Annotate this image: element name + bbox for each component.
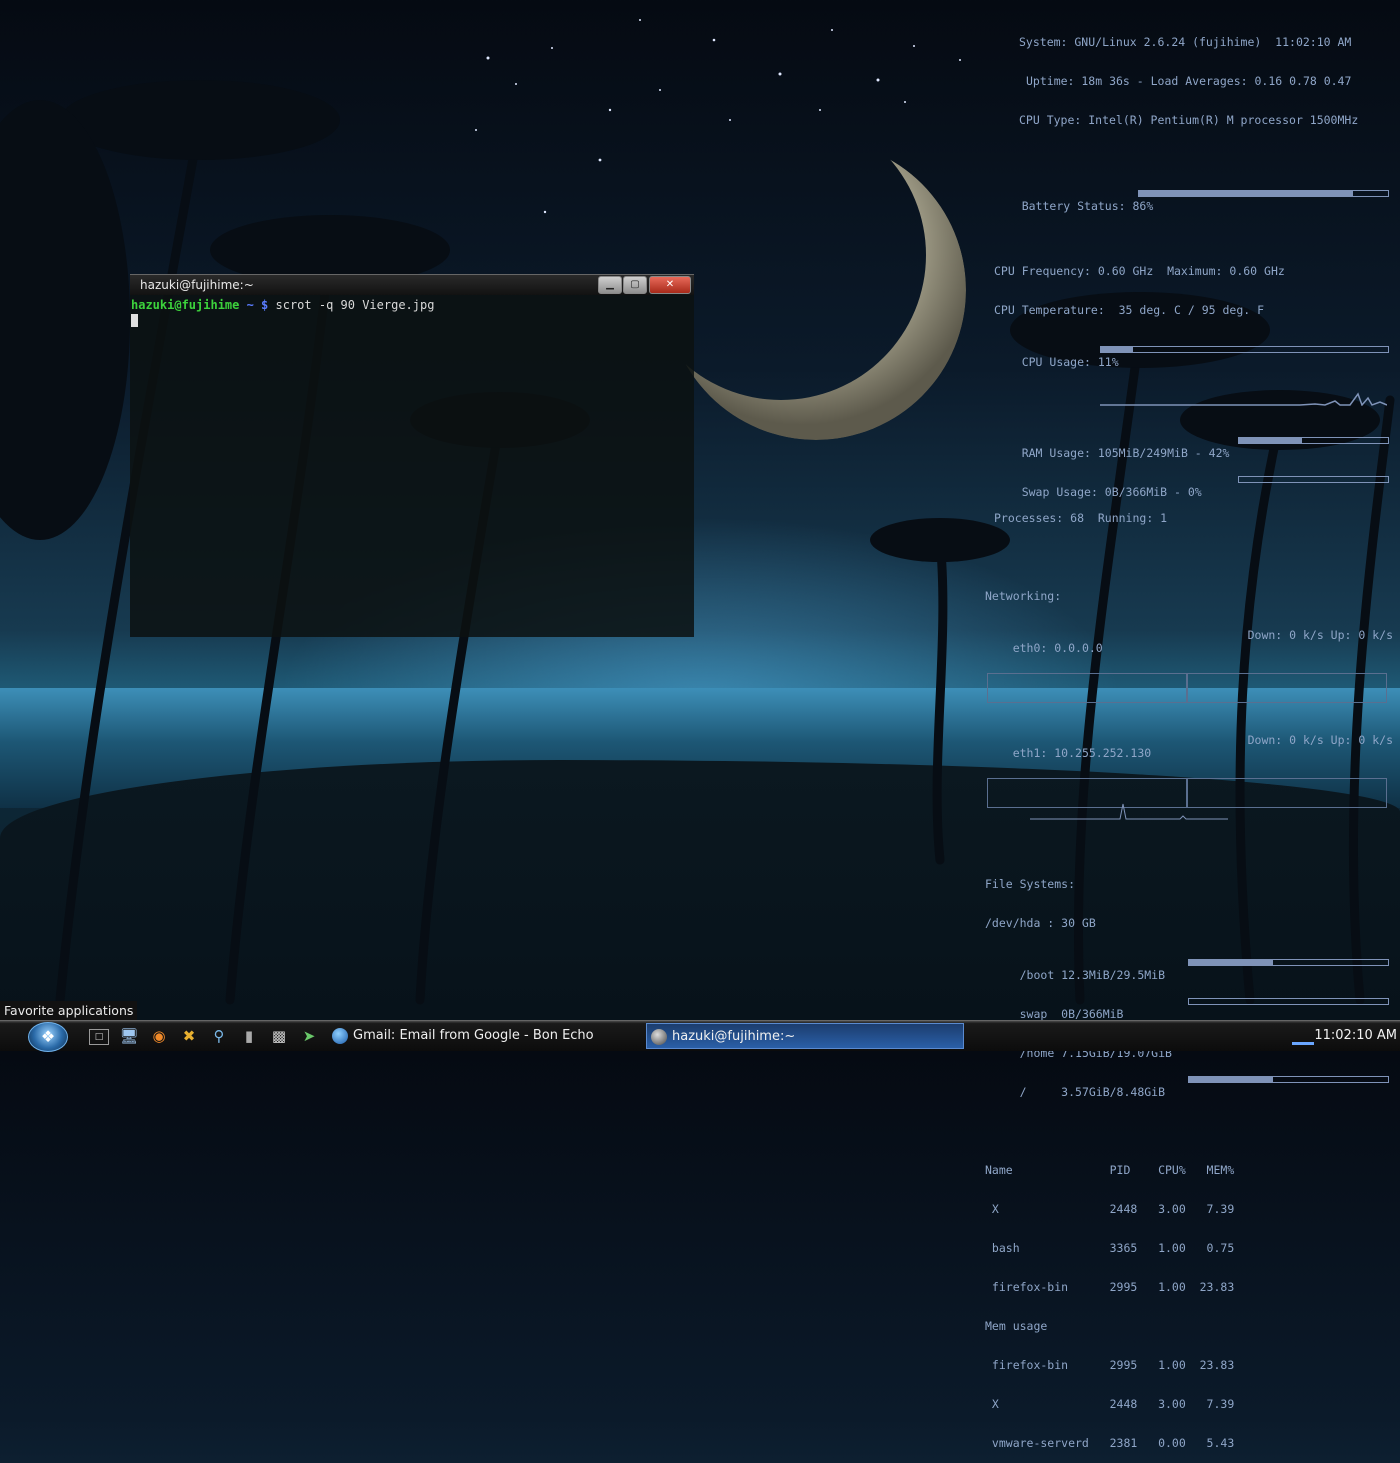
conky-cpu-frequency: CPU Frequency: 0.60 GHz Maximum: 0.60 GH… [994,264,1285,278]
conky-fs-row: / 3.57GiB/8.48GiB [985,1073,1393,1099]
terminal-titlebar[interactable]: hazuki@fujihime:~ ▁ ▢ ✕ [130,275,694,295]
terminal-launcher-icon[interactable]: ▩ [269,1026,289,1046]
close-button[interactable]: ✕ [649,276,691,294]
show-desktop-icon[interactable]: □ [89,1029,109,1045]
swap-bar [1238,476,1389,483]
conky-mem-label: Mem usage [985,1319,1048,1333]
conky-ram-row: RAM Usage: 105MiB/249MiB - 42% [985,434,1393,460]
cpu-usage-graph [1100,392,1387,406]
conky-fs-label: / 3.57GiB/8.48GiB [1012,1085,1166,1099]
terminal-command: scrot -q 90 Vierge.jpg [268,298,435,312]
fs-bar [1188,1076,1389,1083]
conky-mem-row: X 2448 3.00 7.39 [985,1397,1235,1411]
task-label: Gmail: Email from Google - Bon Echo [353,1028,594,1043]
computer-icon[interactable]: 🖥 [119,1026,139,1046]
terminal-icon [651,1028,667,1045]
conky-battery-row: Battery Status: 86% [985,187,1393,213]
windows-logo-icon: ❖ [40,1027,56,1046]
minimize-icon: ▁ [606,279,614,290]
close-icon: ✕ [665,279,675,290]
terminal-content[interactable]: hazuki@fujihime ~ $ scrot -q 90 Vierge.j… [130,295,694,330]
terminal-window[interactable]: hazuki@fujihime:~ ▁ ▢ ✕ hazuki@fujihime … [130,274,694,637]
minimize-button[interactable]: ▁ [598,276,622,294]
conky-swap-label: Swap Usage: 0B/366MiB - 0% [1021,485,1202,499]
task-button-firefox[interactable]: Gmail: Email from Google - Bon Echo [328,1023,644,1049]
conky-processes: Processes: 68 Running: 1 [994,511,1168,525]
search-icon[interactable]: ⚲ [209,1026,229,1046]
prompt-path: ~ $ [239,298,269,312]
terminal-title: hazuki@fujihime:~ [140,278,254,292]
taskbar: ❖ □ 🖥 ◉ ✖ ⚲ ▮ ▩ ➤ Gmail: Email from Goog… [0,1020,1400,1052]
eth0-up-graph [1187,673,1387,703]
eth0-down-graph [987,673,1187,703]
conky-swap-row: Swap Usage: 0B/366MiB - 0% [985,473,1393,499]
eth1-down-graph [987,778,1228,820]
conky-ram-label: RAM Usage: 105MiB/249MiB - 42% [1021,446,1230,460]
conky-eth1-speed: Down: 0 k/s Up: 0 k/s [1247,733,1393,747]
conky-mem-row: vmware-serverd 2381 0.00 5.43 [985,1436,1235,1450]
conky-filesystems-label: File Systems: [985,877,1076,891]
conky-eth0-label: eth0: 0.0.0.0 [1012,641,1103,655]
conky-cpu-temperature: CPU Temperature: 35 deg. C / 95 deg. F [994,303,1265,317]
conky-networking-label: Networking: [985,589,1062,603]
conky-proc-row: bash 3365 1.00 0.75 [985,1241,1235,1255]
conky-fs-label: /boot 12.3MiB/29.5MiB [1012,968,1166,982]
conky-battery-label: Battery Status: 86% [1021,199,1154,213]
conky-fs-row: swap 0B/366MiB [985,995,1393,1021]
fs-bar [1188,998,1389,1005]
battery-bar [1138,190,1389,197]
conky-eth0-speed: Down: 0 k/s Up: 0 k/s [1247,628,1393,642]
conky-eth1-label: eth1: 10.255.252.130 [1012,746,1152,760]
cpu-usage-bar [1100,346,1389,353]
conky-proc-header: Name PID CPU% MEM% [985,1163,1235,1177]
conky-fs-device: /dev/hda : 30 GB [985,916,1096,930]
conky-cpu-usage-label: CPU Usage: 11% [1021,355,1119,369]
task-button-terminal[interactable]: hazuki@fujihime:~ [646,1023,964,1049]
conky-proc-row: X 2448 3.00 7.39 [985,1202,1235,1216]
conky-mem-row: firefox-bin 2995 1.00 23.83 [985,1358,1235,1372]
conky-system-monitor: System: GNU/Linux 2.6.24 (fujihime) 11:0… [985,10,1393,1463]
conky-eth0-row: eth0: 0.0.0.0 Down: 0 k/s Up: 0 k/s [985,628,1393,655]
tray-indicator [1292,1042,1314,1045]
conky-eth1-row: eth1: 10.255.252.130 Down: 0 k/s Up: 0 k… [985,733,1393,760]
conky-uptime-line: Uptime: 18m 36s - Load Averages: 0.16 0.… [1026,74,1352,88]
favorite-applications-tooltip: Favorite applications [0,1001,138,1020]
maximize-icon: ▢ [630,279,640,290]
taskbar-clock[interactable]: 11:02:10 AM [1314,1021,1397,1051]
start-menu-button[interactable]: ❖ [28,1022,68,1052]
fs-bar [1188,959,1389,966]
tools-icon[interactable]: ✖ [179,1026,199,1046]
app-launcher-icon[interactable]: ➤ [299,1026,319,1046]
text-cursor [131,314,138,327]
conky-fs-row: /boot 12.3MiB/29.5MiB [985,956,1393,982]
conky-proc-row: firefox-bin 2995 1.00 23.83 [985,1280,1235,1294]
device-icon[interactable]: ▮ [239,1026,259,1046]
task-label: hazuki@fujihime:~ [672,1029,796,1044]
prompt-user: hazuki@fujihime [131,298,240,312]
conky-cpu-type-line: CPU Type: Intel(R) Pentium(R) M processo… [1019,113,1359,127]
maximize-button[interactable]: ▢ [623,276,647,294]
conky-system-line: System: GNU/Linux 2.6.24 (fujihime) 11:0… [1019,35,1352,49]
eth1-up-graph [1187,778,1387,808]
firefox-icon [332,1027,348,1044]
conky-cpu-usage-row: CPU Usage: 11% [985,343,1393,369]
firefox-launcher-icon[interactable]: ◉ [149,1026,169,1046]
ram-bar [1238,437,1389,444]
conky-fs-label: swap 0B/366MiB [1012,1007,1124,1021]
